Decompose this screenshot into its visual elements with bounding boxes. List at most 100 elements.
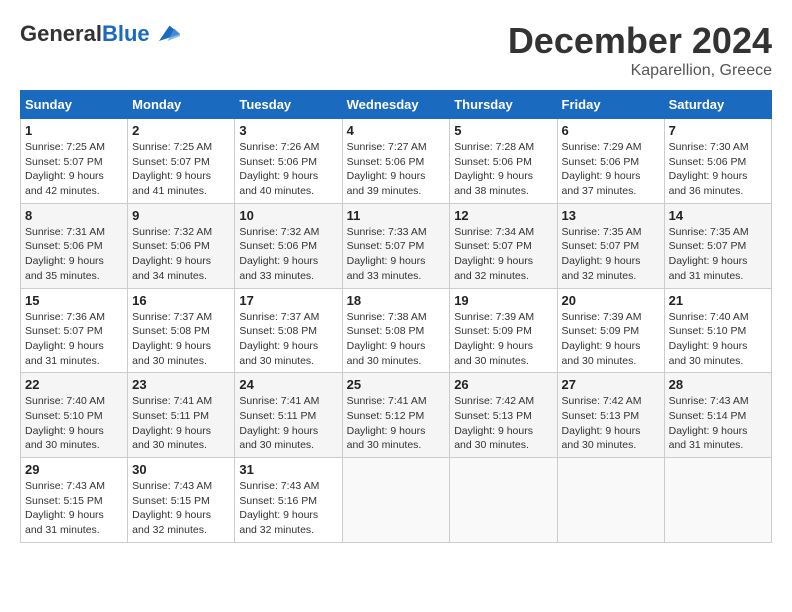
day-info: Sunrise: 7:27 AMSunset: 5:06 PMDaylight:… <box>347 140 446 199</box>
calendar-cell: 22Sunrise: 7:40 AMSunset: 5:10 PMDayligh… <box>21 373 128 458</box>
calendar-cell: 28 Sunrise: 7:43 AMSunset: 5:14 PMDayligh… <box>664 373 771 458</box>
calendar-cell: 11 Sunrise: 7:33 AMSunset: 5:07 PMDayligh… <box>342 203 450 288</box>
day-info: Sunrise: 7:35 AMSunset: 5:07 PMDaylight:… <box>562 225 660 284</box>
day-number: 26 <box>454 377 552 392</box>
day-info: Sunrise: 7:43 AMSunset: 5:14 PMDaylight:… <box>669 394 767 453</box>
calendar-cell: 9Sunrise: 7:32 AMSunset: 5:06 PMDaylight… <box>128 203 235 288</box>
logo-blue-text: Blue <box>102 21 150 46</box>
calendar-week-row: 15 Sunrise: 7:36 AMSunset: 5:07 PMDayligh… <box>21 288 772 373</box>
day-number: 28 <box>669 377 767 392</box>
day-number: 11 <box>347 208 446 223</box>
day-info: Sunrise: 7:26 AMSunset: 5:06 PMDaylight:… <box>239 140 337 199</box>
day-number: 5 <box>454 123 552 138</box>
title-block: December 2024 Kaparellion, Greece <box>508 20 772 80</box>
day-number: 23 <box>132 377 230 392</box>
calendar-week-row: 22Sunrise: 7:40 AMSunset: 5:10 PMDayligh… <box>21 373 772 458</box>
day-info: Sunrise: 7:36 AMSunset: 5:07 PMDaylight:… <box>25 310 123 369</box>
calendar-cell: 25Sunrise: 7:41 AMSunset: 5:12 PMDayligh… <box>342 373 450 458</box>
day-number: 21 <box>669 293 767 308</box>
day-info: Sunrise: 7:32 AMSunset: 5:06 PMDaylight:… <box>239 225 337 284</box>
calendar-cell: 1 Sunrise: 7:25 AMSunset: 5:07 PMDaylight… <box>21 119 128 204</box>
calendar-cell: 13 Sunrise: 7:35 AMSunset: 5:07 PMDayligh… <box>557 203 664 288</box>
day-number: 3 <box>239 123 337 138</box>
day-number: 16 <box>132 293 230 308</box>
day-info: Sunrise: 7:43 AMSunset: 5:15 PMDaylight:… <box>25 479 123 538</box>
day-number: 8 <box>25 208 123 223</box>
day-number: 1 <box>25 123 123 138</box>
calendar-cell: 12 Sunrise: 7:34 AMSunset: 5:07 PMDayligh… <box>450 203 557 288</box>
day-info: Sunrise: 7:40 AMSunset: 5:10 PMDaylight:… <box>25 394 123 453</box>
calendar-week-row: 8 Sunrise: 7:31 AMSunset: 5:06 PMDaylight… <box>21 203 772 288</box>
calendar-cell: 27 Sunrise: 7:42 AMSunset: 5:13 PMDayligh… <box>557 373 664 458</box>
day-info: Sunrise: 7:37 AMSunset: 5:08 PMDaylight:… <box>132 310 230 369</box>
calendar-cell: 3 Sunrise: 7:26 AMSunset: 5:06 PMDaylight… <box>235 119 342 204</box>
day-number: 6 <box>562 123 660 138</box>
day-info: Sunrise: 7:41 AMSunset: 5:11 PMDaylight:… <box>132 394 230 453</box>
calendar-cell: 18Sunrise: 7:38 AMSunset: 5:08 PMDayligh… <box>342 288 450 373</box>
calendar-cell: 23 Sunrise: 7:41 AMSunset: 5:11 PMDayligh… <box>128 373 235 458</box>
day-number: 30 <box>132 462 230 477</box>
day-info: Sunrise: 7:38 AMSunset: 5:08 PMDaylight:… <box>347 310 446 369</box>
calendar-cell: 24 Sunrise: 7:41 AMSunset: 5:11 PMDayligh… <box>235 373 342 458</box>
calendar-table: SundayMondayTuesdayWednesdayThursdayFrid… <box>20 90 772 543</box>
day-info: Sunrise: 7:42 AMSunset: 5:13 PMDaylight:… <box>454 394 552 453</box>
calendar-cell: 29 Sunrise: 7:43 AMSunset: 5:15 PMDayligh… <box>21 458 128 543</box>
calendar-week-row: 29 Sunrise: 7:43 AMSunset: 5:15 PMDayligh… <box>21 458 772 543</box>
weekday-header: Sunday <box>21 91 128 119</box>
day-info: Sunrise: 7:40 AMSunset: 5:10 PMDaylight:… <box>669 310 767 369</box>
day-number: 29 <box>25 462 123 477</box>
calendar-cell: 5 Sunrise: 7:28 AMSunset: 5:06 PMDaylight… <box>450 119 557 204</box>
weekday-header: Saturday <box>664 91 771 119</box>
day-info: Sunrise: 7:25 AMSunset: 5:07 PMDaylight:… <box>25 140 123 199</box>
weekday-header: Tuesday <box>235 91 342 119</box>
day-info: Sunrise: 7:37 AMSunset: 5:08 PMDaylight:… <box>239 310 337 369</box>
calendar-cell <box>664 458 771 543</box>
day-info: Sunrise: 7:43 AMSunset: 5:15 PMDaylight:… <box>132 479 230 538</box>
calendar-cell: 15 Sunrise: 7:36 AMSunset: 5:07 PMDayligh… <box>21 288 128 373</box>
day-info: Sunrise: 7:30 AMSunset: 5:06 PMDaylight:… <box>669 140 767 199</box>
day-number: 12 <box>454 208 552 223</box>
calendar-cell: 14 Sunrise: 7:35 AMSunset: 5:07 PMDayligh… <box>664 203 771 288</box>
calendar-cell <box>342 458 450 543</box>
location: Kaparellion, Greece <box>508 62 772 80</box>
calendar-cell: 4Sunrise: 7:27 AMSunset: 5:06 PMDaylight… <box>342 119 450 204</box>
day-number: 2 <box>132 123 230 138</box>
calendar-cell: 21 Sunrise: 7:40 AMSunset: 5:10 PMDayligh… <box>664 288 771 373</box>
logo: GeneralBlue <box>20 20 180 48</box>
day-info: Sunrise: 7:42 AMSunset: 5:13 PMDaylight:… <box>562 394 660 453</box>
calendar-cell: 6 Sunrise: 7:29 AMSunset: 5:06 PMDaylight… <box>557 119 664 204</box>
weekday-header: Wednesday <box>342 91 450 119</box>
weekday-header: Thursday <box>450 91 557 119</box>
day-info: Sunrise: 7:34 AMSunset: 5:07 PMDaylight:… <box>454 225 552 284</box>
calendar-cell <box>557 458 664 543</box>
calendar-cell: 17Sunrise: 7:37 AMSunset: 5:08 PMDayligh… <box>235 288 342 373</box>
day-number: 15 <box>25 293 123 308</box>
day-info: Sunrise: 7:31 AMSunset: 5:06 PMDaylight:… <box>25 225 123 284</box>
calendar-cell: 20Sunrise: 7:39 AMSunset: 5:09 PMDayligh… <box>557 288 664 373</box>
calendar-cell: 30 Sunrise: 7:43 AMSunset: 5:15 PMDayligh… <box>128 458 235 543</box>
weekday-header: Monday <box>128 91 235 119</box>
calendar-cell: 8 Sunrise: 7:31 AMSunset: 5:06 PMDaylight… <box>21 203 128 288</box>
day-info: Sunrise: 7:29 AMSunset: 5:06 PMDaylight:… <box>562 140 660 199</box>
day-number: 25 <box>347 377 446 392</box>
day-info: Sunrise: 7:28 AMSunset: 5:06 PMDaylight:… <box>454 140 552 199</box>
calendar-cell: 16 Sunrise: 7:37 AMSunset: 5:08 PMDayligh… <box>128 288 235 373</box>
day-number: 13 <box>562 208 660 223</box>
page-header: GeneralBlue December 2024 Kaparellion, G… <box>20 20 772 80</box>
day-number: 7 <box>669 123 767 138</box>
day-info: Sunrise: 7:41 AMSunset: 5:11 PMDaylight:… <box>239 394 337 453</box>
day-info: Sunrise: 7:32 AMSunset: 5:06 PMDaylight:… <box>132 225 230 284</box>
day-number: 31 <box>239 462 337 477</box>
calendar-cell <box>450 458 557 543</box>
day-info: Sunrise: 7:33 AMSunset: 5:07 PMDaylight:… <box>347 225 446 284</box>
logo-icon <box>152 20 180 48</box>
day-number: 27 <box>562 377 660 392</box>
day-number: 14 <box>669 208 767 223</box>
day-info: Sunrise: 7:39 AMSunset: 5:09 PMDaylight:… <box>562 310 660 369</box>
day-number: 10 <box>239 208 337 223</box>
day-info: Sunrise: 7:43 AMSunset: 5:16 PMDaylight:… <box>239 479 337 538</box>
day-info: Sunrise: 7:39 AMSunset: 5:09 PMDaylight:… <box>454 310 552 369</box>
day-info: Sunrise: 7:35 AMSunset: 5:07 PMDaylight:… <box>669 225 767 284</box>
day-number: 24 <box>239 377 337 392</box>
calendar-cell: 19Sunrise: 7:39 AMSunset: 5:09 PMDayligh… <box>450 288 557 373</box>
